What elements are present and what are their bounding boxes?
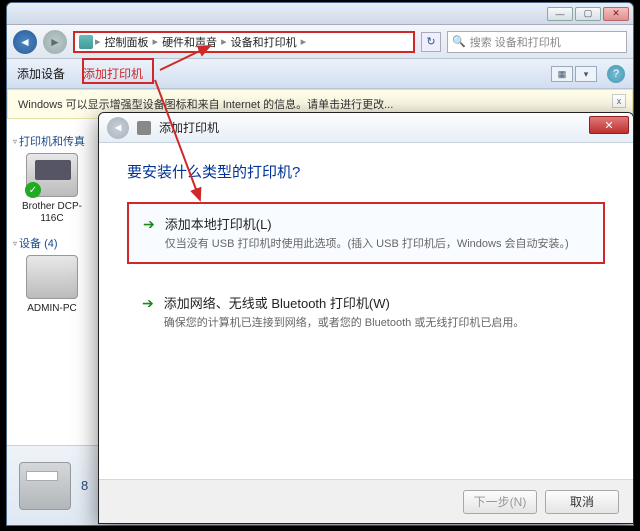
infobar-text: Windows 可以显示增强型设备图标和来自 Internet 的信息。请单击进… [18,96,393,112]
close-button[interactable]: ✕ [603,7,629,21]
option-add-network-printer[interactable]: ➔ 添加网络、无线或 Bluetooth 打印机(W) 确保您的计算机已连接到网… [127,282,605,342]
breadcrumb-item[interactable]: 设备和打印机 [229,34,299,50]
infobar-close-button[interactable]: x [612,94,626,108]
view-options: ▦ ▾ [551,66,597,82]
window-titlebar: — ▢ ✕ [7,3,633,25]
add-printer-dialog: ◄ 添加打印机 ✕ 要安装什么类型的打印机? ➔ 添加本地打印机(L) 仅当没有… [98,112,634,524]
view-dropdown-button[interactable]: ▾ [575,66,597,82]
view-icons-button[interactable]: ▦ [551,66,573,82]
navigation-bar: ◄ ► ▸ 控制面板 ▸ 硬件和声音 ▸ 设备和打印机 ▸ ↻ 🔍 搜索 设备和… [7,25,633,59]
option-add-local-printer[interactable]: ➔ 添加本地打印机(L) 仅当没有 USB 打印机时使用此选项。(插入 USB … [127,202,605,264]
arrow-right-icon: ➔ [143,216,155,252]
location-icon [79,35,93,49]
option-description: 仅当没有 USB 打印机时使用此选项。(插入 USB 打印机后，Windows … [165,237,589,252]
group-header-devices[interactable]: ▿ 设备 (4) [13,235,91,251]
back-button[interactable]: ◄ [13,30,37,54]
add-printer-button[interactable]: 添加打印机 [83,65,143,82]
dialog-close-button[interactable]: ✕ [589,116,629,134]
breadcrumb-item[interactable]: 硬件和声音 [160,34,219,50]
chevron-right-icon: ▸ [95,35,101,48]
cancel-button[interactable]: 取消 [545,490,619,514]
command-toolbar: 添加设备 添加打印机 ▦ ▾ ? [7,59,633,89]
status-count: 8 [81,478,88,493]
dialog-title: 添加打印机 [159,119,219,136]
dialog-titlebar: ◄ 添加打印机 ✕ [99,113,633,143]
forward-button[interactable]: ► [43,30,67,54]
chevron-right-icon: ▸ [221,35,227,48]
dialog-body: 要安装什么类型的打印机? ➔ 添加本地打印机(L) 仅当没有 USB 打印机时使… [99,143,633,379]
dialog-footer: 下一步(N) 取消 [99,479,633,523]
minimize-button[interactable]: — [547,7,573,21]
device-label: ADMIN-PC [13,303,91,315]
dialog-back-button[interactable]: ◄ [107,117,129,139]
group-label: 设备 (4) [19,235,58,251]
collapse-icon: ▿ [13,239,17,248]
search-input[interactable]: 🔍 搜索 设备和打印机 [447,31,627,53]
breadcrumb-item[interactable]: 控制面板 [103,34,151,50]
collapse-icon: ▿ [13,137,17,146]
search-icon: 🔍 [452,35,466,48]
device-label: Brother DCP-116C [13,201,91,225]
search-placeholder: 搜索 设备和打印机 [470,34,561,50]
maximize-button[interactable]: ▢ [575,7,601,21]
chevron-right-icon: ▸ [153,35,159,48]
default-check-icon: ✓ [25,182,41,198]
add-device-button[interactable]: 添加设备 [17,65,65,82]
dialog-heading: 要安装什么类型的打印机? [127,161,605,182]
computer-icon [26,255,78,299]
next-button[interactable]: 下一步(N) [463,490,537,514]
help-button[interactable]: ? [607,65,625,83]
printer-icon: ✓ [26,153,78,197]
option-description: 确保您的计算机已连接到网络，或者您的 Bluetooth 或无线打印机已启用。 [164,316,590,331]
arrow-right-icon: ➔ [142,295,154,331]
device-item-printer[interactable]: ✓ Brother DCP-116C [13,153,91,225]
chevron-right-icon: ▸ [301,35,307,48]
device-item-pc[interactable]: ADMIN-PC [13,255,91,315]
option-title: 添加网络、无线或 Bluetooth 打印机(W) [164,293,590,312]
refresh-button[interactable]: ↻ [421,32,441,52]
status-printer-icon [19,462,71,510]
device-list: ▿ 打印机和传真 ✓ Brother DCP-116C ▿ 设备 (4) ADM… [7,119,97,447]
printer-icon [137,121,151,135]
group-header-printers[interactable]: ▿ 打印机和传真 [13,133,91,149]
group-label: 打印机和传真 [19,133,85,149]
breadcrumb-bar[interactable]: ▸ 控制面板 ▸ 硬件和声音 ▸ 设备和打印机 ▸ [73,31,415,53]
option-title: 添加本地打印机(L) [165,214,589,233]
